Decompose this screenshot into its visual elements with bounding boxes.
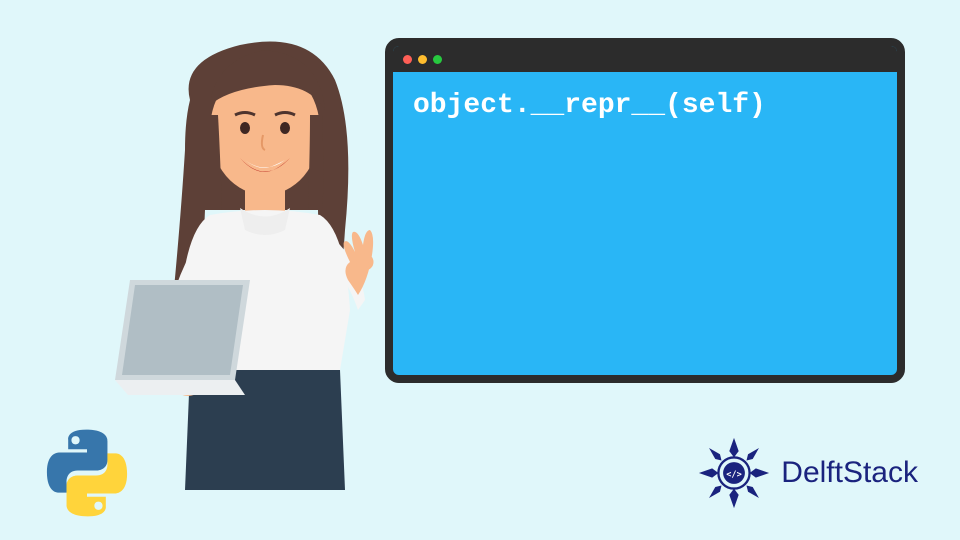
code-window: object.__repr__(self)	[385, 38, 905, 383]
svg-text:</>: </>	[727, 470, 743, 480]
brand-name: DelftStack	[781, 456, 918, 490]
python-logo-icon	[42, 428, 132, 518]
window-titlebar	[393, 46, 897, 72]
woman-illustration	[110, 30, 430, 490]
delftstack-logo: </> DelftStack	[695, 434, 918, 512]
maximize-icon	[433, 55, 442, 64]
mandala-icon: </>	[695, 434, 773, 512]
code-text: object.__repr__(self)	[393, 72, 897, 139]
